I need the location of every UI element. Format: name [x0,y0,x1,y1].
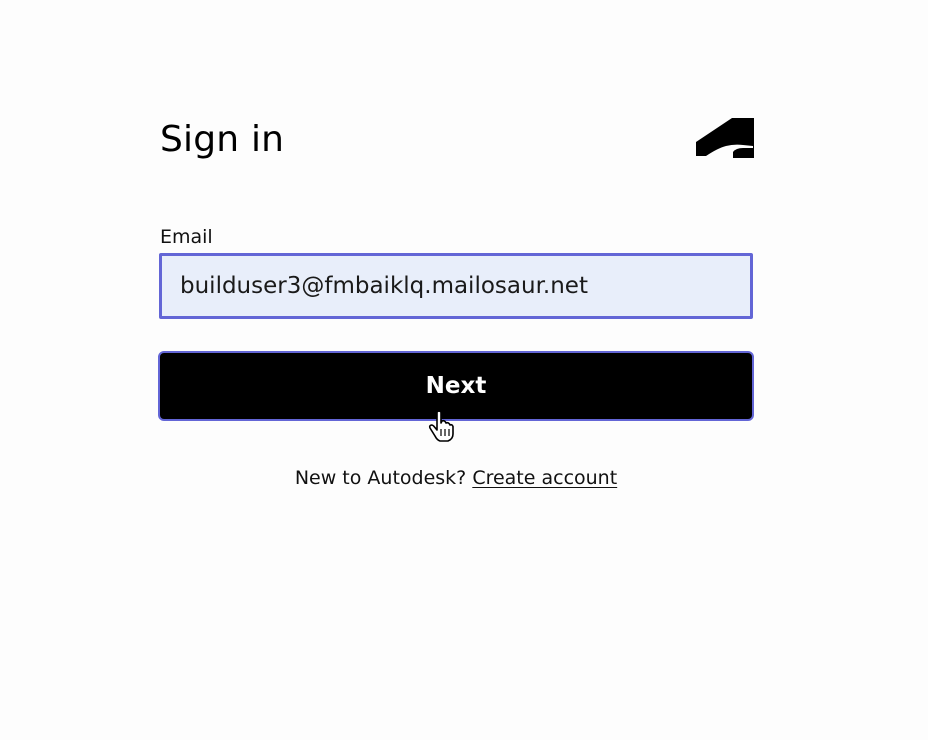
email-label: Email [160,226,213,248]
page-title: Sign in [160,119,285,160]
sign-in-page: Sign in Email Next New to Autodesk? Crea… [0,0,928,740]
create-account-link[interactable]: Create account [472,467,617,489]
next-button[interactable]: Next [158,351,754,421]
signup-prompt-text: New to Autodesk? [294,467,467,489]
signup-prompt-row: New to Autodesk? Create account [0,465,912,491]
autodesk-logo-icon [696,118,754,158]
email-field[interactable] [159,253,753,319]
